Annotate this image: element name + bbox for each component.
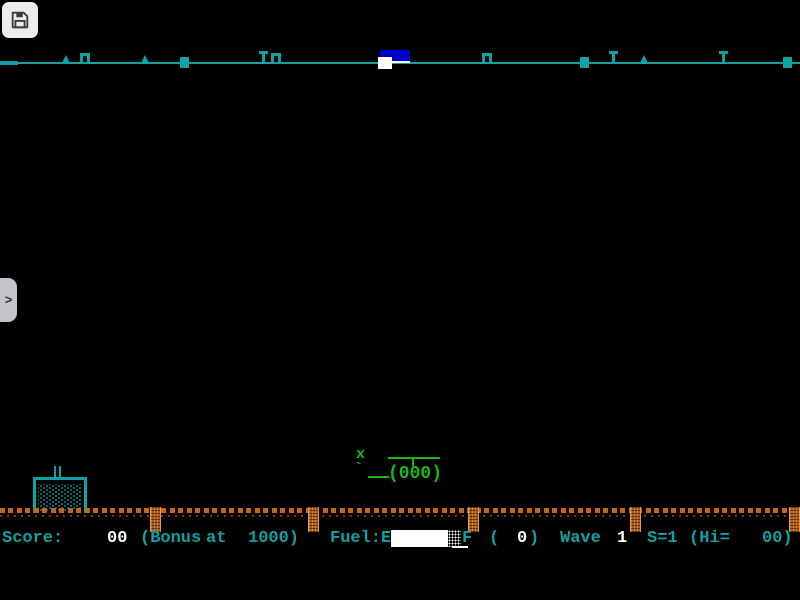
radar-pi-icon	[482, 53, 492, 63]
radar-square-icon	[580, 57, 589, 68]
radar-tree-icon	[62, 55, 70, 63]
radar-ship-line	[392, 61, 410, 63]
ground-brick-row	[0, 508, 800, 513]
status-segment: 0	[517, 529, 527, 549]
status-segment: at	[206, 529, 226, 549]
save-button[interactable]	[2, 2, 38, 38]
floppy-disk-icon	[9, 9, 31, 31]
status-segment: Score:	[2, 529, 63, 549]
fuel-gauge-partial-block	[448, 530, 461, 547]
plane-fuselage: (000)	[388, 464, 442, 484]
status-segment: 1	[617, 529, 627, 549]
depot-fill-pattern	[38, 484, 82, 511]
radar-pi-icon	[80, 53, 90, 63]
chevron-right-icon: >	[5, 293, 13, 308]
radar-square-icon	[180, 57, 189, 68]
drawer-toggle-button[interactable]: >	[0, 278, 17, 322]
radar-left-marker	[0, 61, 18, 65]
ground-speckle-row	[0, 515, 800, 517]
radar-t-icon	[722, 51, 725, 63]
status-segment: (Bonus	[140, 529, 201, 549]
status-segment: (	[489, 529, 499, 549]
radar-t-icon	[262, 51, 265, 63]
status-bar: Score: 00 (Bonusat 1000) Fuel:E F (0) Wave 1 S=1 (…	[0, 529, 800, 549]
status-segment: (Hi=	[689, 529, 730, 549]
radar-t-icon	[612, 51, 615, 63]
fuel-gauge-bar	[391, 530, 448, 547]
radar-player-ship-icon	[378, 57, 392, 69]
status-segment: 00)	[762, 529, 793, 549]
radar-tree-icon	[141, 55, 149, 63]
game-screen[interactable]: > x ` (000) Score:00(Bonusat1000)Fuel:EF…	[0, 0, 800, 600]
status-segment: 1000)	[248, 529, 299, 549]
status-segment: )	[529, 529, 539, 549]
status-segment: S=1	[647, 529, 678, 549]
plane-top-wing	[388, 457, 440, 459]
radar-pi-icon	[271, 53, 281, 63]
status-segment: 00	[107, 529, 127, 549]
status-segment: Fuel:E	[330, 529, 391, 549]
status-segment: Wave	[560, 529, 601, 549]
status-segment: F	[462, 529, 472, 549]
radar-square-icon	[783, 57, 792, 68]
plane-nose-char: `	[354, 460, 364, 478]
radar-tree-icon	[640, 55, 648, 63]
plane-tail-boom	[368, 476, 389, 478]
